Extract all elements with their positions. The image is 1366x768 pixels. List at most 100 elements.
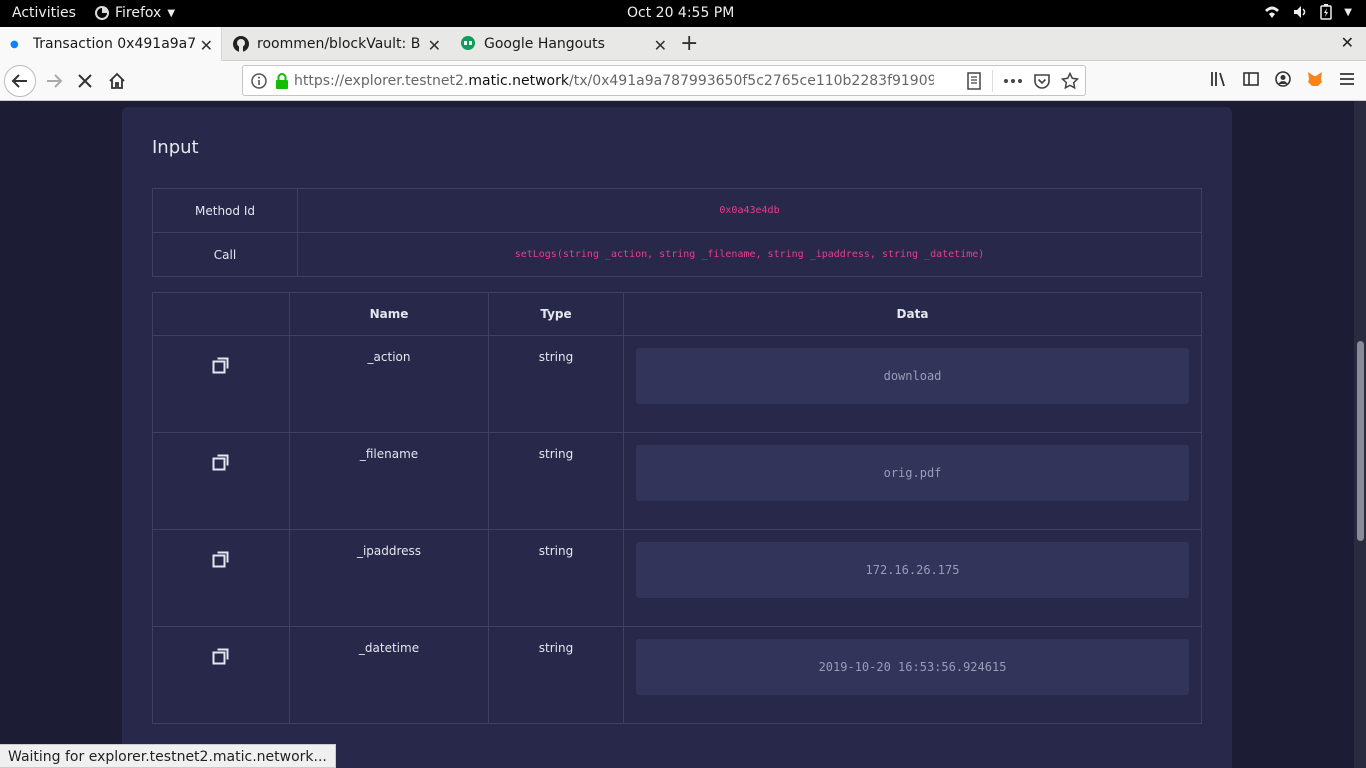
forward-button[interactable] (40, 67, 68, 95)
tab-title: roommen/blockVault: Blo (257, 36, 421, 52)
param-type: string (488, 529, 624, 627)
copy-icon[interactable] (212, 550, 230, 571)
tab-github[interactable]: roommen/blockVault: Blo ✕ (223, 27, 449, 61)
copy-icon[interactable] (212, 647, 230, 668)
call-value: setLogs(string _action, string _filename… (297, 232, 1202, 277)
navigation-toolbar: https://explorer.testnet2.matic.network/… (0, 61, 1366, 101)
toolbar-right (1210, 70, 1356, 88)
table-row: _ipaddress string 172.16.26.175 (152, 529, 1202, 627)
close-window-icon[interactable]: ✕ (1341, 33, 1354, 52)
table-row: _action string download (152, 335, 1202, 433)
app-menu-label: Firefox (115, 5, 162, 21)
params-header-row: Name Type Data (152, 292, 1202, 336)
call-row: Call setLogs(string _action, string _fil… (152, 232, 1202, 277)
param-name: _ipaddress (289, 529, 489, 627)
table-row: _filename string orig.pdf (152, 432, 1202, 530)
param-type: string (488, 626, 624, 724)
tab-title: Google Hangouts (484, 36, 605, 52)
method-table: Method Id 0x0a43e4db Call setLogs(string… (152, 188, 1202, 277)
firefox-icon (95, 6, 109, 20)
more-actions-icon[interactable] (1003, 78, 1023, 84)
status-bar: Waiting for explorer.testnet2.matic.netw… (0, 744, 336, 768)
account-icon[interactable] (1274, 70, 1292, 88)
param-type: string (488, 432, 624, 530)
param-data-value[interactable]: download (636, 348, 1189, 404)
hamburger-menu-icon[interactable] (1338, 70, 1356, 88)
tab-hangouts[interactable]: Google Hangouts ✕ (450, 27, 675, 61)
system-top-bar: Activities Firefox ▼ Oct 20 4:55 PM ▼ (0, 0, 1366, 27)
column-header-data: Data (623, 292, 1202, 336)
system-tray[interactable]: ▼ (1264, 4, 1352, 20)
chevron-down-icon: ▼ (167, 7, 176, 19)
lock-icon[interactable] (275, 73, 289, 89)
copy-icon[interactable] (212, 356, 230, 377)
param-data-cell: download (623, 335, 1202, 433)
separator (992, 70, 993, 92)
page-scrollbar[interactable] (1354, 101, 1366, 768)
activities-button[interactable]: Activities (12, 5, 76, 21)
close-tab-icon[interactable]: ✕ (200, 36, 213, 55)
tab-title: Transaction 0x491a9a78 (32, 36, 195, 52)
sidebar-icon[interactable] (1242, 70, 1260, 88)
stop-button[interactable] (71, 67, 99, 95)
scrollbar-thumb[interactable] (1357, 341, 1364, 541)
url-path: /tx/0x491a9a787993650f5c2765ce110b2283f9… (569, 73, 934, 89)
copy-cell (152, 432, 290, 530)
section-title: Input (152, 137, 199, 158)
column-header-name: Name (289, 292, 489, 336)
param-name: _filename (289, 432, 489, 530)
battery-icon (1320, 4, 1333, 20)
system-menu-chevron-icon: ▼ (1344, 6, 1352, 18)
param-name: _datetime (289, 626, 489, 724)
param-data-cell: 172.16.26.175 (623, 529, 1202, 627)
param-data-value[interactable]: 2019-10-20 16:53:56.924615 (636, 639, 1189, 695)
loading-dot-icon: ● (10, 38, 19, 50)
home-icon (109, 72, 125, 89)
star-bookmark-icon[interactable] (1061, 72, 1079, 90)
close-tab-icon[interactable]: ✕ (428, 36, 441, 55)
tab-strip: ● Transaction 0x491a9a78 ✕ roommen/block… (0, 27, 1366, 61)
library-icon[interactable] (1210, 70, 1228, 88)
volume-icon (1294, 6, 1306, 18)
clock[interactable]: Oct 20 4:55 PM (627, 5, 734, 21)
param-data-value[interactable]: orig.pdf (636, 445, 1189, 501)
hangouts-icon (461, 36, 475, 50)
new-tab-button[interactable]: + (680, 31, 698, 56)
param-type: string (488, 335, 624, 433)
param-data-cell: 2019-10-20 16:53:56.924615 (623, 626, 1202, 724)
copy-cell (152, 529, 290, 627)
home-button[interactable] (103, 67, 131, 95)
arrow-left-icon (11, 74, 27, 88)
params-table: Name Type Data _action string download _… (152, 292, 1202, 724)
arrow-right-icon (47, 74, 63, 88)
table-row: _datetime string 2019-10-20 16:53:56.924… (152, 626, 1202, 724)
github-icon (233, 36, 249, 52)
call-label: Call (152, 232, 298, 277)
info-icon[interactable] (251, 73, 267, 89)
method-id-label: Method Id (152, 188, 298, 233)
param-data-value[interactable]: 172.16.26.175 (636, 542, 1189, 598)
back-button[interactable] (4, 65, 36, 97)
tab-transaction[interactable]: ● Transaction 0x491a9a78 ✕ (0, 27, 222, 61)
copy-cell (152, 335, 290, 433)
metamask-fox-icon[interactable] (1306, 70, 1324, 88)
close-tab-icon[interactable]: ✕ (654, 36, 667, 55)
url-prefix: https://explorer.testnet2. (294, 73, 469, 89)
copy-icon[interactable] (212, 453, 230, 474)
url-bar[interactable]: https://explorer.testnet2.matic.network/… (242, 65, 1086, 96)
url-host: matic.network (468, 73, 569, 89)
page-content: Input Method Id 0x0a43e4db Call setLogs(… (0, 101, 1354, 768)
url-text[interactable]: https://explorer.testnet2.matic.network/… (294, 73, 934, 89)
method-id-value: 0x0a43e4db (297, 188, 1202, 233)
input-card: Input Method Id 0x0a43e4db Call setLogs(… (122, 107, 1232, 768)
param-data-cell: orig.pdf (623, 432, 1202, 530)
app-menu[interactable]: Firefox ▼ (95, 5, 175, 21)
column-header-copy (152, 292, 290, 336)
pocket-icon[interactable] (1033, 72, 1051, 90)
copy-cell (152, 626, 290, 724)
column-header-type: Type (488, 292, 624, 336)
reader-view-icon[interactable] (966, 72, 982, 90)
stop-x-icon (78, 74, 92, 88)
method-id-row: Method Id 0x0a43e4db (152, 188, 1202, 233)
wifi-icon (1265, 6, 1280, 18)
